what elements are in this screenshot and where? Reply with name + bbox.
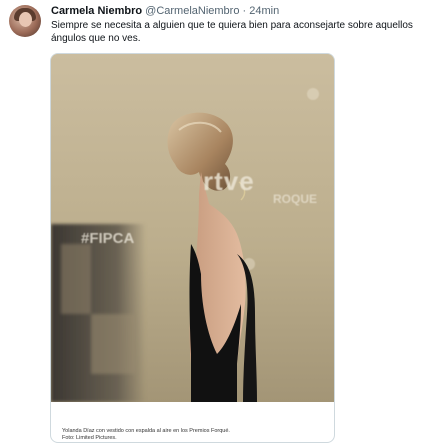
tweet[interactable]: Carmela Niembro @CarmelaNiembro · 24min …: [0, 0, 441, 445]
photo-caption: Yolanda Díaz con vestido con espalda al …: [62, 428, 332, 442]
wall-logo-fipca: #FIPCA: [81, 230, 135, 247]
wall-logo-roque: ROQUE: [273, 192, 318, 206]
timestamp[interactable]: 24min: [249, 5, 279, 17]
author-name[interactable]: Carmela Niembro: [51, 5, 142, 17]
caption-line-1: Yolanda Díaz con vestido con espalda al …: [62, 428, 230, 434]
author-handle[interactable]: @CarmelaNiembro: [145, 5, 239, 17]
tweet-media[interactable]: rtve #FIPCA ROQUE Yolanda Díaz con vesti…: [50, 53, 335, 443]
avatar-face: [19, 12, 32, 27]
photo-illustration: [51, 54, 334, 402]
tweet-header: Carmela Niembro @CarmelaNiembro · 24min: [51, 4, 279, 18]
caption-line-2: Foto: Limited Pictures.: [62, 435, 117, 441]
wall-logo-rtve: rtve: [203, 166, 255, 196]
separator-dot: ·: [242, 5, 247, 17]
photo[interactable]: rtve #FIPCA ROQUE: [51, 54, 334, 402]
avatar[interactable]: [9, 5, 41, 37]
tweet-text: Siempre se necesita a alguien que te qui…: [51, 20, 413, 44]
